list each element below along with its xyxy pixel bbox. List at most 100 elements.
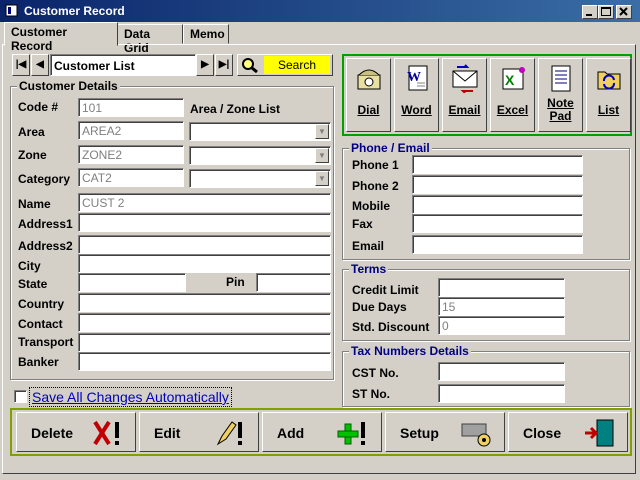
transport-field[interactable] [78, 333, 331, 352]
terms-legend: Terms [349, 262, 389, 276]
cst-field[interactable] [438, 362, 565, 381]
setup-label: Setup [400, 425, 439, 441]
state-field[interactable] [78, 273, 186, 292]
name-field[interactable]: CUST 2 [78, 193, 331, 212]
customer-list-field[interactable]: Customer List [50, 54, 196, 76]
mobile-field[interactable] [412, 195, 583, 214]
country-label: Country [18, 297, 64, 311]
std-discount-field[interactable]: 0 [438, 316, 565, 335]
category-field[interactable]: CAT2 [78, 168, 184, 187]
setup-gear-icon [461, 423, 491, 447]
refresh-folder-icon [597, 71, 621, 90]
maximize-button[interactable] [598, 5, 614, 19]
search-button[interactable]: Search [237, 54, 333, 76]
save-auto-label[interactable]: Save All Changes Automatically [29, 387, 232, 407]
word-label: Word [401, 103, 432, 117]
area-label: Area [18, 125, 45, 139]
cst-label: CST No. [352, 366, 399, 380]
notepad-label-line2: Pad [549, 109, 572, 123]
zone-field[interactable]: ZONE2 [78, 145, 184, 164]
dial-label: Dial [357, 103, 380, 117]
notepad-label-line1: Note [547, 96, 574, 110]
area-select[interactable]: ▼ [189, 122, 331, 141]
search-icon [242, 58, 258, 73]
chevron-down-icon: ▼ [315, 148, 329, 163]
code-field[interactable]: 101 [78, 98, 184, 117]
due-days-label: Due Days [352, 300, 407, 314]
pin-label: Pin [226, 275, 245, 289]
exit-door-icon [585, 419, 614, 447]
word-icon: W [407, 65, 428, 91]
delete-icon [93, 420, 119, 446]
tab-memo[interactable]: Memo [183, 24, 229, 44]
chevron-down-icon: ▼ [315, 124, 329, 139]
phone1-field[interactable] [412, 155, 583, 174]
add-label: Add [277, 425, 305, 441]
save-auto-checkbox[interactable] [14, 390, 27, 403]
dial-button[interactable]: Dial [346, 58, 391, 132]
email-field[interactable] [412, 235, 583, 254]
zone-label: Zone [18, 148, 47, 162]
excel-button[interactable]: X Excel [490, 58, 535, 132]
title-bar: Customer Record [0, 0, 640, 22]
close-button[interactable]: Close [508, 412, 628, 452]
tab-label: Memo [190, 27, 225, 41]
list-button[interactable]: List [586, 58, 631, 132]
mobile-label: Mobile [352, 199, 390, 213]
close-window-button[interactable] [616, 5, 632, 19]
country-field[interactable] [78, 293, 331, 312]
customer-details-legend: Customer Details [17, 79, 120, 93]
tab-customer-record[interactable]: Customer Record [4, 22, 118, 53]
first-icon: |◀ [15, 59, 27, 70]
tab-data-grid[interactable]: Data Grid [117, 24, 183, 55]
address1-field[interactable] [78, 213, 331, 232]
delete-button[interactable]: Delete [16, 412, 136, 452]
phone-email-legend: Phone / Email [349, 141, 432, 155]
edit-pencil-icon [216, 421, 242, 446]
search-label: Search [264, 56, 330, 74]
next-record-button[interactable]: ▶ [196, 54, 214, 76]
word-button[interactable]: W Word [394, 58, 439, 132]
city-field[interactable] [78, 254, 331, 273]
notepad-button[interactable]: Note Pad [538, 58, 583, 132]
address2-field[interactable] [78, 235, 331, 254]
setup-button[interactable]: Setup [385, 412, 505, 452]
add-button[interactable]: Add [262, 412, 382, 452]
fax-field[interactable] [412, 214, 583, 233]
st-field[interactable] [438, 384, 565, 403]
edit-button[interactable]: Edit [139, 412, 259, 452]
zone-select[interactable]: ▼ [189, 146, 331, 165]
next-icon: ▶ [201, 59, 209, 70]
maximize-icon [601, 7, 611, 16]
pin-field[interactable] [256, 273, 331, 292]
area-field[interactable]: AREA2 [78, 121, 184, 140]
fax-label: Fax [352, 217, 373, 231]
banker-field[interactable] [78, 352, 331, 371]
contact-field[interactable] [78, 313, 331, 332]
app-icon [5, 4, 18, 17]
phone2-field[interactable] [412, 175, 583, 194]
address2-label: Address2 [18, 239, 73, 253]
state-label: State [18, 277, 48, 291]
close-icon [619, 7, 628, 16]
phone1-label: Phone 1 [352, 158, 399, 172]
email-icon [452, 64, 478, 93]
list-label: List [597, 103, 620, 117]
last-icon: ▶| [218, 59, 230, 70]
st-label: ST No. [352, 387, 390, 401]
window-title: Customer Record [24, 4, 125, 18]
first-record-button[interactable]: |◀ [12, 54, 30, 76]
category-select[interactable]: ▼ [189, 169, 331, 188]
email-button[interactable]: Email [442, 58, 487, 132]
delete-label: Delete [31, 425, 74, 441]
std-discount-label: Std. Discount [352, 320, 430, 334]
credit-limit-field[interactable] [438, 278, 565, 297]
close-label: Close [523, 425, 562, 441]
minimize-button[interactable] [582, 5, 598, 19]
code-label: Code # [18, 100, 59, 114]
prev-record-button[interactable]: ◀ [31, 54, 49, 76]
last-record-button[interactable]: ▶| [215, 54, 233, 76]
due-days-field[interactable]: 15 [438, 297, 565, 316]
transport-label: Transport [18, 335, 74, 349]
notepad-icon [551, 65, 571, 92]
